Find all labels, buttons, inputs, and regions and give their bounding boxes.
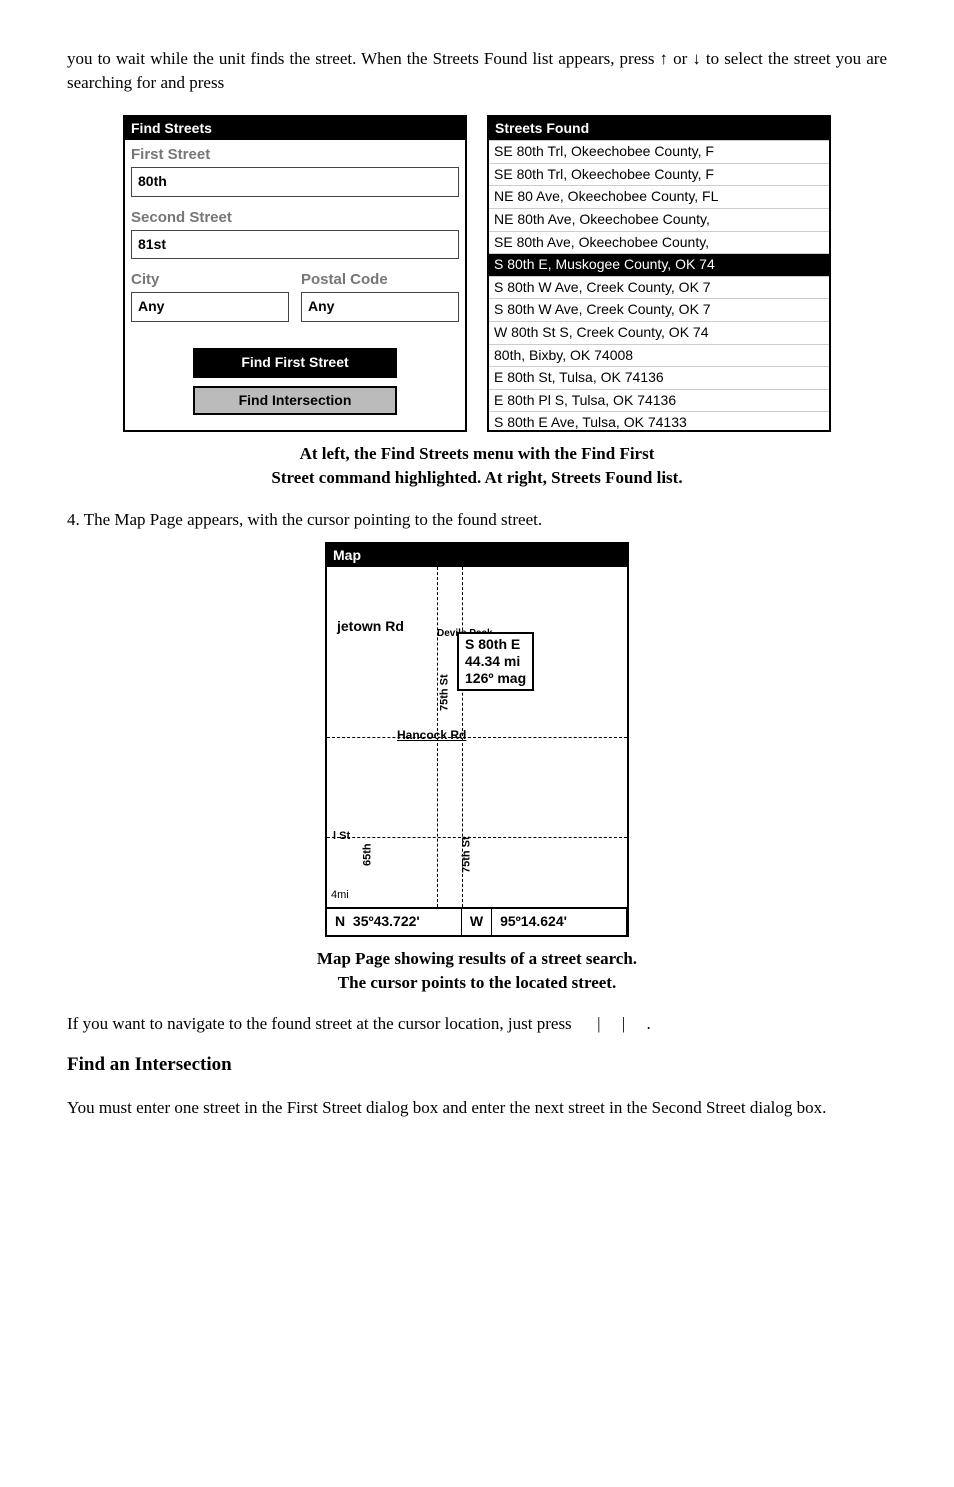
second-street-label: Second Street <box>125 203 465 228</box>
caption-1: At left, the Find Streets menu with the … <box>67 442 887 490</box>
find-intersection-body: You must enter one street in the First S… <box>67 1096 887 1120</box>
map-scale: 4mi <box>331 888 349 903</box>
caption-2a: Map Page showing results of a street sea… <box>317 949 637 968</box>
caption-1a: At left, the Find Streets menu with the … <box>300 444 655 463</box>
streets-found-panel: Streets Found SE 80th Trl, Okeechobee Co… <box>487 115 831 433</box>
map-info-street: S 80th E <box>465 636 520 652</box>
road-l-st: l St <box>333 829 350 844</box>
map-lat: N 35º43.722' <box>327 909 462 935</box>
list-item[interactable]: S 80th E, Muskogee County, OK 74 <box>489 253 829 276</box>
list-item[interactable]: 80th, Bixby, OK 74008 <box>489 344 829 367</box>
road-65th: 65th <box>361 844 376 867</box>
screenshot-pair: Find Streets First Street 80th Second St… <box>67 115 887 433</box>
caption-2: Map Page showing results of a street sea… <box>67 947 887 995</box>
caption-2b: The cursor points to the located street. <box>338 973 616 992</box>
postal-code-label: Postal Code <box>295 265 465 290</box>
find-intersection-button[interactable]: Find Intersection <box>193 386 397 416</box>
list-item[interactable]: S 80th E Ave, Tulsa, OK 74133 <box>489 411 829 430</box>
list-item[interactable]: E 80th Pl S, Tulsa, OK 74136 <box>489 389 829 412</box>
list-item[interactable]: SE 80th Trl, Okeechobee County, F <box>489 163 829 186</box>
find-streets-panel: Find Streets First Street 80th Second St… <box>123 115 467 433</box>
road-75th-1: 75th St <box>438 675 453 712</box>
second-street-input[interactable]: 81st <box>131 230 459 260</box>
road-75th-2: 75th St <box>460 837 475 874</box>
map-info-bearing: 126º mag <box>465 670 526 686</box>
road-jetown: jetown Rd <box>337 617 404 637</box>
panel-title: Find Streets <box>125 117 465 141</box>
map-panel: Map jetown Rd Devils.Peak Hancock Rd 75t… <box>325 542 629 937</box>
first-street-input[interactable]: 80th <box>131 167 459 197</box>
list-item[interactable]: S 80th W Ave, Creek County, OK 7 <box>489 276 829 299</box>
map-lon: 95º14.624' <box>492 909 627 935</box>
road-hancock: Hancock Rd <box>397 727 466 744</box>
streets-found-list[interactable]: SE 80th Trl, Okeechobee County, FSE 80th… <box>489 140 829 430</box>
list-item[interactable]: E 80th St, Tulsa, OK 74136 <box>489 366 829 389</box>
map-body[interactable]: jetown Rd Devils.Peak Hancock Rd 75th St… <box>327 567 627 907</box>
caption-1b: Street command highlighted. At right, St… <box>271 468 682 487</box>
map-info-box: S 80th E 44.34 mi 126º mag <box>457 632 534 690</box>
map-info-distance: 44.34 mi <box>465 653 520 669</box>
first-street-label: First Street <box>125 140 465 165</box>
map-footer: N 35º43.722' W 95º14.624' <box>327 907 627 935</box>
map-w: W <box>462 909 492 935</box>
streets-found-title: Streets Found <box>489 117 829 141</box>
step-4-text: 4. The Map Page appears, with the cursor… <box>67 508 887 532</box>
intro-text: you to wait while the unit finds the str… <box>67 47 887 95</box>
list-item[interactable]: SE 80th Trl, Okeechobee County, F <box>489 140 829 163</box>
list-item[interactable]: W 80th St S, Creek County, OK 74 <box>489 321 829 344</box>
find-intersection-heading: Find an Intersection <box>67 1052 887 1079</box>
list-item[interactable]: NE 80 Ave, Okeechobee County, FL <box>489 185 829 208</box>
postal-code-input[interactable]: Any <box>301 292 459 322</box>
list-item[interactable]: NE 80th Ave, Okeechobee County, <box>489 208 829 231</box>
nav-instruction: If you want to navigate to the found str… <box>67 1012 887 1036</box>
list-item[interactable]: SE 80th Ave, Okeechobee County, <box>489 231 829 254</box>
city-label: City <box>125 265 295 290</box>
map-title: Map <box>327 544 627 568</box>
city-input[interactable]: Any <box>131 292 289 322</box>
find-first-street-button[interactable]: Find First Street <box>193 348 397 378</box>
list-item[interactable]: S 80th W Ave, Creek County, OK 7 <box>489 298 829 321</box>
